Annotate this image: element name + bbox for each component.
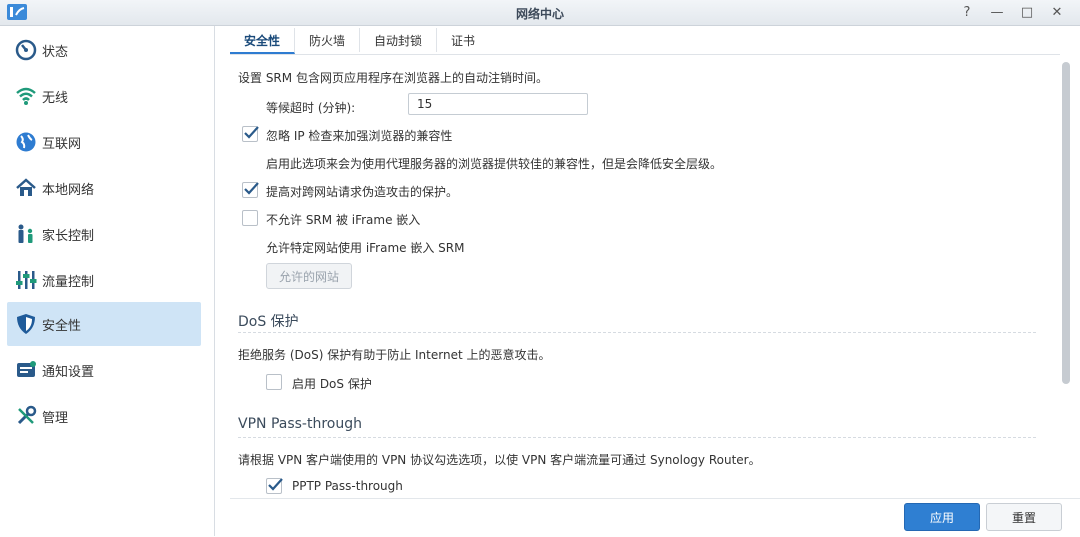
csrf-protection-label: 提高对跨网站请求伪造攻击的保护。 xyxy=(266,185,459,199)
csrf-protection-checkbox[interactable] xyxy=(242,182,259,198)
title-bar: 网络中心 ? — □ ✕ xyxy=(0,0,1080,26)
family-icon xyxy=(15,223,37,245)
home-network-icon xyxy=(15,177,37,199)
gauge-icon xyxy=(15,39,37,61)
dos-divider xyxy=(238,332,1036,333)
window-title: 网络中心 xyxy=(515,7,564,21)
close-button[interactable]: ✕ xyxy=(1044,3,1070,21)
vpn-divider xyxy=(238,437,1036,438)
sidebar-item-internet[interactable]: 互联网 xyxy=(7,120,201,164)
vpn-description: 请根据 VPN 客户端使用的 VPN 协议勾选选项，以使 VPN 客户端流量可通… xyxy=(238,453,761,467)
timeout-input[interactable] xyxy=(408,93,588,115)
wifi-icon xyxy=(15,85,37,107)
sidebar-item-label: 管理 xyxy=(42,410,69,426)
help-button[interactable]: ? xyxy=(954,3,980,21)
tab-divider xyxy=(230,54,1060,55)
sidebar-item-label: 家长控制 xyxy=(42,228,95,244)
sidebar: 状态 无线 互联网 本地网络 家长控制 流量控制 安全性 通知设置 管理 xyxy=(0,26,215,536)
dos-section-title: DoS 保护 xyxy=(238,314,299,330)
sidebar-item-local-network[interactable]: 本地网络 xyxy=(7,166,201,210)
sliders-icon xyxy=(15,269,37,291)
vpn-section-title: VPN Pass-through xyxy=(238,416,362,432)
reset-button[interactable]: 重置 xyxy=(986,503,1062,531)
maximize-button[interactable]: □ xyxy=(1014,3,1040,21)
minimize-button[interactable]: — xyxy=(984,3,1010,21)
dos-description: 拒绝服务 (DoS) 保护有助于防止 Internet 上的恶意攻击。 xyxy=(238,348,551,362)
sidebar-item-notification[interactable]: 通知设置 xyxy=(7,348,201,392)
timeout-label: 等候超时 (分钟): xyxy=(266,101,356,115)
ignore-ip-label: 忽略 IP 检查来加强浏览器的兼容性 xyxy=(266,129,453,143)
globe-icon xyxy=(15,131,37,153)
notification-icon xyxy=(15,359,37,381)
apply-button[interactable]: 应用 xyxy=(904,503,980,531)
ignore-ip-checkbox[interactable] xyxy=(242,126,259,142)
sidebar-item-status[interactable]: 状态 xyxy=(7,28,201,72)
tools-icon xyxy=(15,405,37,427)
pptp-checkbox[interactable] xyxy=(266,478,283,494)
dos-enable-checkbox[interactable] xyxy=(266,374,282,390)
pptp-label: PPTP Pass-through xyxy=(292,479,403,493)
tab-bar: 安全性 防火墙 自动封锁 证书 xyxy=(230,26,489,54)
sidebar-item-management[interactable]: 管理 xyxy=(7,394,201,438)
tab-security[interactable]: 安全性 xyxy=(230,28,296,54)
dos-enable-label: 启用 DoS 保护 xyxy=(292,377,372,391)
check-icon xyxy=(268,478,283,491)
sidebar-item-label: 通知设置 xyxy=(42,364,95,380)
sidebar-item-wireless[interactable]: 无线 xyxy=(7,74,201,118)
sidebar-item-label: 本地网络 xyxy=(42,182,95,198)
security-content: 设置 SRM 包含网页应用程序在浏览器上的自动注销时间。 等候超时 (分钟): … xyxy=(230,56,1060,498)
allowed-sites-button[interactable]: 允许的网站 xyxy=(266,263,353,289)
sidebar-item-label: 安全性 xyxy=(42,318,82,334)
shield-icon xyxy=(15,313,37,335)
iframe-description: 允许特定网站使用 iFrame 嵌入 SRM xyxy=(266,241,465,255)
check-icon xyxy=(244,126,259,139)
iframe-block-checkbox[interactable] xyxy=(242,210,258,226)
ignore-ip-description: 启用此选项来会为使用代理服务器的浏览器提供较佳的兼容性，但是会降低安全层级。 xyxy=(266,157,723,171)
sidebar-item-label: 状态 xyxy=(42,44,69,60)
sidebar-item-traffic-control[interactable]: 流量控制 xyxy=(7,258,201,302)
tab-auto-block[interactable]: 自动封锁 xyxy=(360,28,438,52)
tab-certificate[interactable]: 证书 xyxy=(437,28,489,52)
sidebar-item-label: 流量控制 xyxy=(42,274,95,290)
logout-intro-text: 设置 SRM 包含网页应用程序在浏览器上的自动注销时间。 xyxy=(238,71,548,85)
sidebar-item-parental-control[interactable]: 家长控制 xyxy=(7,212,201,256)
content-scrollbar[interactable] xyxy=(1062,62,1070,384)
sidebar-item-label: 无线 xyxy=(42,90,69,106)
sidebar-item-label: 互联网 xyxy=(42,136,82,152)
iframe-block-label: 不允许 SRM 被 iFrame 嵌入 xyxy=(266,213,421,227)
check-icon xyxy=(244,182,259,195)
tab-firewall[interactable]: 防火墙 xyxy=(295,28,361,52)
sidebar-item-security[interactable]: 安全性 xyxy=(7,302,201,346)
